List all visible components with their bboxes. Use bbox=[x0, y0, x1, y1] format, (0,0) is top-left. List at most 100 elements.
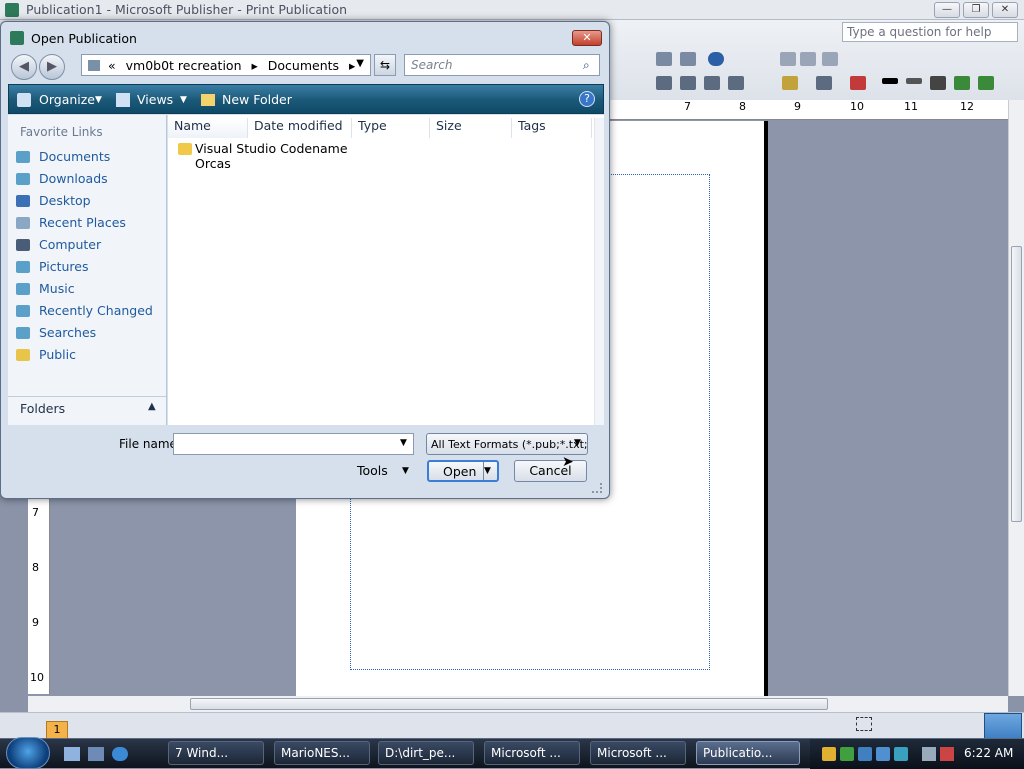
views-button[interactable]: Views bbox=[137, 92, 173, 107]
toolbar-tool-icon[interactable] bbox=[800, 52, 816, 66]
decrease-indent-icon[interactable] bbox=[704, 76, 720, 90]
taskbar-button-windows-explorer[interactable]: 7 Wind... bbox=[168, 741, 264, 765]
vertical-scrollbar[interactable] bbox=[1008, 100, 1024, 696]
views-icon[interactable] bbox=[116, 93, 130, 107]
new-folder-icon[interactable] bbox=[201, 94, 215, 106]
forward-button[interactable]: ▶ bbox=[39, 54, 65, 80]
open-button[interactable]: Open ▼ bbox=[427, 460, 499, 482]
clock[interactable]: 6:22 AM bbox=[964, 746, 1013, 760]
address-bar[interactable]: « vm0b0t recreation ▸ Documents ▸ ▼ bbox=[81, 54, 371, 76]
address-part[interactable]: vm0b0t recreation bbox=[126, 58, 242, 73]
taskbar-button-publication[interactable]: Publicatio... bbox=[696, 741, 800, 765]
nav-computer[interactable]: Computer bbox=[39, 237, 101, 252]
nav-recent-places[interactable]: Recent Places bbox=[39, 215, 126, 230]
bullets-icon[interactable] bbox=[680, 76, 696, 90]
column-type[interactable]: Type bbox=[352, 118, 430, 138]
search-icon[interactable]: ⌕ bbox=[583, 58, 590, 73]
network-icon[interactable] bbox=[922, 747, 936, 761]
nav-recently-changed[interactable]: Recently Changed bbox=[39, 303, 153, 318]
cancel-button[interactable]: Cancel bbox=[514, 460, 587, 482]
chevron-up-icon[interactable]: ▲ bbox=[148, 401, 156, 412]
new-folder-button[interactable]: New Folder bbox=[222, 92, 292, 107]
fill-color-icon[interactable] bbox=[782, 76, 798, 90]
column-tags[interactable]: Tags bbox=[512, 118, 592, 138]
organize-icon[interactable] bbox=[17, 93, 31, 107]
column-date-modified[interactable]: Date modified bbox=[248, 118, 352, 138]
page-navigator[interactable]: 1 bbox=[46, 721, 68, 739]
tray-app-icon[interactable] bbox=[894, 747, 908, 761]
scroll-thumb[interactable] bbox=[1011, 246, 1022, 522]
switch-windows-icon[interactable] bbox=[88, 747, 104, 761]
dash-style-icon[interactable] bbox=[906, 78, 922, 84]
internet-explorer-icon[interactable] bbox=[112, 747, 128, 761]
address-part[interactable]: Documents bbox=[268, 58, 339, 73]
shadow-style-icon[interactable] bbox=[954, 76, 970, 90]
folders-toggle[interactable]: Folders ▲ bbox=[8, 396, 166, 420]
tools-button[interactable]: Tools bbox=[357, 463, 388, 478]
search-input[interactable]: Search bbox=[404, 54, 600, 76]
increase-indent-icon[interactable] bbox=[728, 76, 744, 90]
show-desktop-icon[interactable] bbox=[64, 747, 80, 761]
horizontal-scrollbar[interactable] bbox=[28, 696, 1008, 712]
nav-public[interactable]: Public bbox=[39, 347, 76, 362]
tray-app-icon[interactable] bbox=[858, 747, 872, 761]
restore-button[interactable]: ❐ bbox=[963, 2, 989, 18]
arrow-style-icon[interactable] bbox=[930, 76, 946, 90]
taskbar-button-microsoft-1[interactable]: Microsoft ... bbox=[484, 741, 580, 765]
chevron-down-icon[interactable]: ▼ bbox=[95, 95, 102, 105]
zoom-out-icon[interactable] bbox=[656, 52, 672, 66]
nav-desktop[interactable]: Desktop bbox=[39, 193, 91, 208]
file-list-scrollbar[interactable] bbox=[594, 118, 604, 446]
help-icon[interactable]: ? bbox=[579, 91, 595, 107]
volume-muted-icon[interactable] bbox=[940, 747, 954, 761]
file-name[interactable]: Visual Studio Codename Orcas bbox=[195, 141, 374, 171]
list-item[interactable]: Visual Studio Codename Orcas bbox=[174, 140, 374, 171]
publisher-title-bar: Publication1 - Microsoft Publisher - Pri… bbox=[0, 0, 1024, 20]
taskbar-button-marione[interactable]: MarioNES... bbox=[274, 741, 370, 765]
taskbar-button-dirt[interactable]: D:\dirt_pe... bbox=[378, 741, 474, 765]
scroll-thumb[interactable] bbox=[190, 698, 828, 710]
taskbar-button-microsoft-2[interactable]: Microsoft ... bbox=[590, 741, 686, 765]
file-name-field[interactable] bbox=[173, 433, 414, 455]
nav-searches[interactable]: Searches bbox=[39, 325, 96, 340]
column-name[interactable]: Name bbox=[168, 118, 248, 138]
chevron-down-icon[interactable]: ▼ bbox=[483, 462, 497, 480]
dialog-close-button[interactable]: ✕ bbox=[572, 30, 602, 46]
address-chevron[interactable]: « bbox=[108, 58, 116, 73]
tray-app-icon[interactable] bbox=[876, 747, 890, 761]
font-color-icon[interactable] bbox=[850, 76, 866, 90]
resize-grip-icon[interactable] bbox=[592, 483, 602, 493]
nav-downloads[interactable]: Downloads bbox=[39, 171, 108, 186]
security-icon[interactable] bbox=[822, 747, 836, 761]
3d-style-icon[interactable] bbox=[978, 76, 994, 90]
organize-button[interactable]: Organize bbox=[39, 92, 95, 107]
line-color-icon[interactable] bbox=[816, 76, 832, 90]
line-style-icon[interactable] bbox=[882, 78, 898, 84]
zoom-in-icon[interactable] bbox=[680, 52, 696, 66]
toolbar-tool-icon[interactable] bbox=[822, 52, 838, 66]
file-type-select[interactable]: All Text Formats (*.pub;*.txt;*. bbox=[426, 433, 588, 455]
help-search-box[interactable]: Type a question for help bbox=[842, 22, 1018, 42]
start-button[interactable] bbox=[6, 737, 50, 769]
chevron-right-icon[interactable]: ▸ bbox=[252, 58, 258, 73]
minimize-button[interactable]: — bbox=[934, 2, 960, 18]
help-icon[interactable] bbox=[708, 52, 724, 66]
close-window-button[interactable]: ✕ bbox=[992, 2, 1018, 18]
chevron-right-icon[interactable]: ▸ bbox=[349, 58, 355, 73]
messenger-icon[interactable] bbox=[840, 747, 854, 761]
nav-music[interactable]: Music bbox=[39, 281, 75, 296]
address-dropdown-icon[interactable]: ▼ bbox=[356, 58, 364, 69]
ruler-mark: 9 bbox=[794, 100, 801, 113]
nav-pictures[interactable]: Pictures bbox=[39, 259, 89, 274]
open-publication-dialog: Open Publication ✕ ◀ ▶ « vm0b0t recreati… bbox=[0, 21, 610, 499]
nav-documents[interactable]: Documents bbox=[39, 149, 110, 164]
toolbar-tool-icon[interactable] bbox=[780, 52, 796, 66]
file-name-dropdown-icon[interactable]: ▼ bbox=[400, 438, 407, 448]
refresh-button[interactable]: ⇆ bbox=[374, 54, 396, 76]
numbering-icon[interactable] bbox=[656, 76, 672, 90]
chevron-down-icon[interactable]: ▼ bbox=[574, 438, 581, 448]
chevron-down-icon[interactable]: ▼ bbox=[180, 95, 187, 105]
back-button[interactable]: ◀ bbox=[11, 54, 37, 80]
column-size[interactable]: Size bbox=[430, 118, 512, 138]
chevron-down-icon[interactable]: ▼ bbox=[402, 466, 409, 476]
